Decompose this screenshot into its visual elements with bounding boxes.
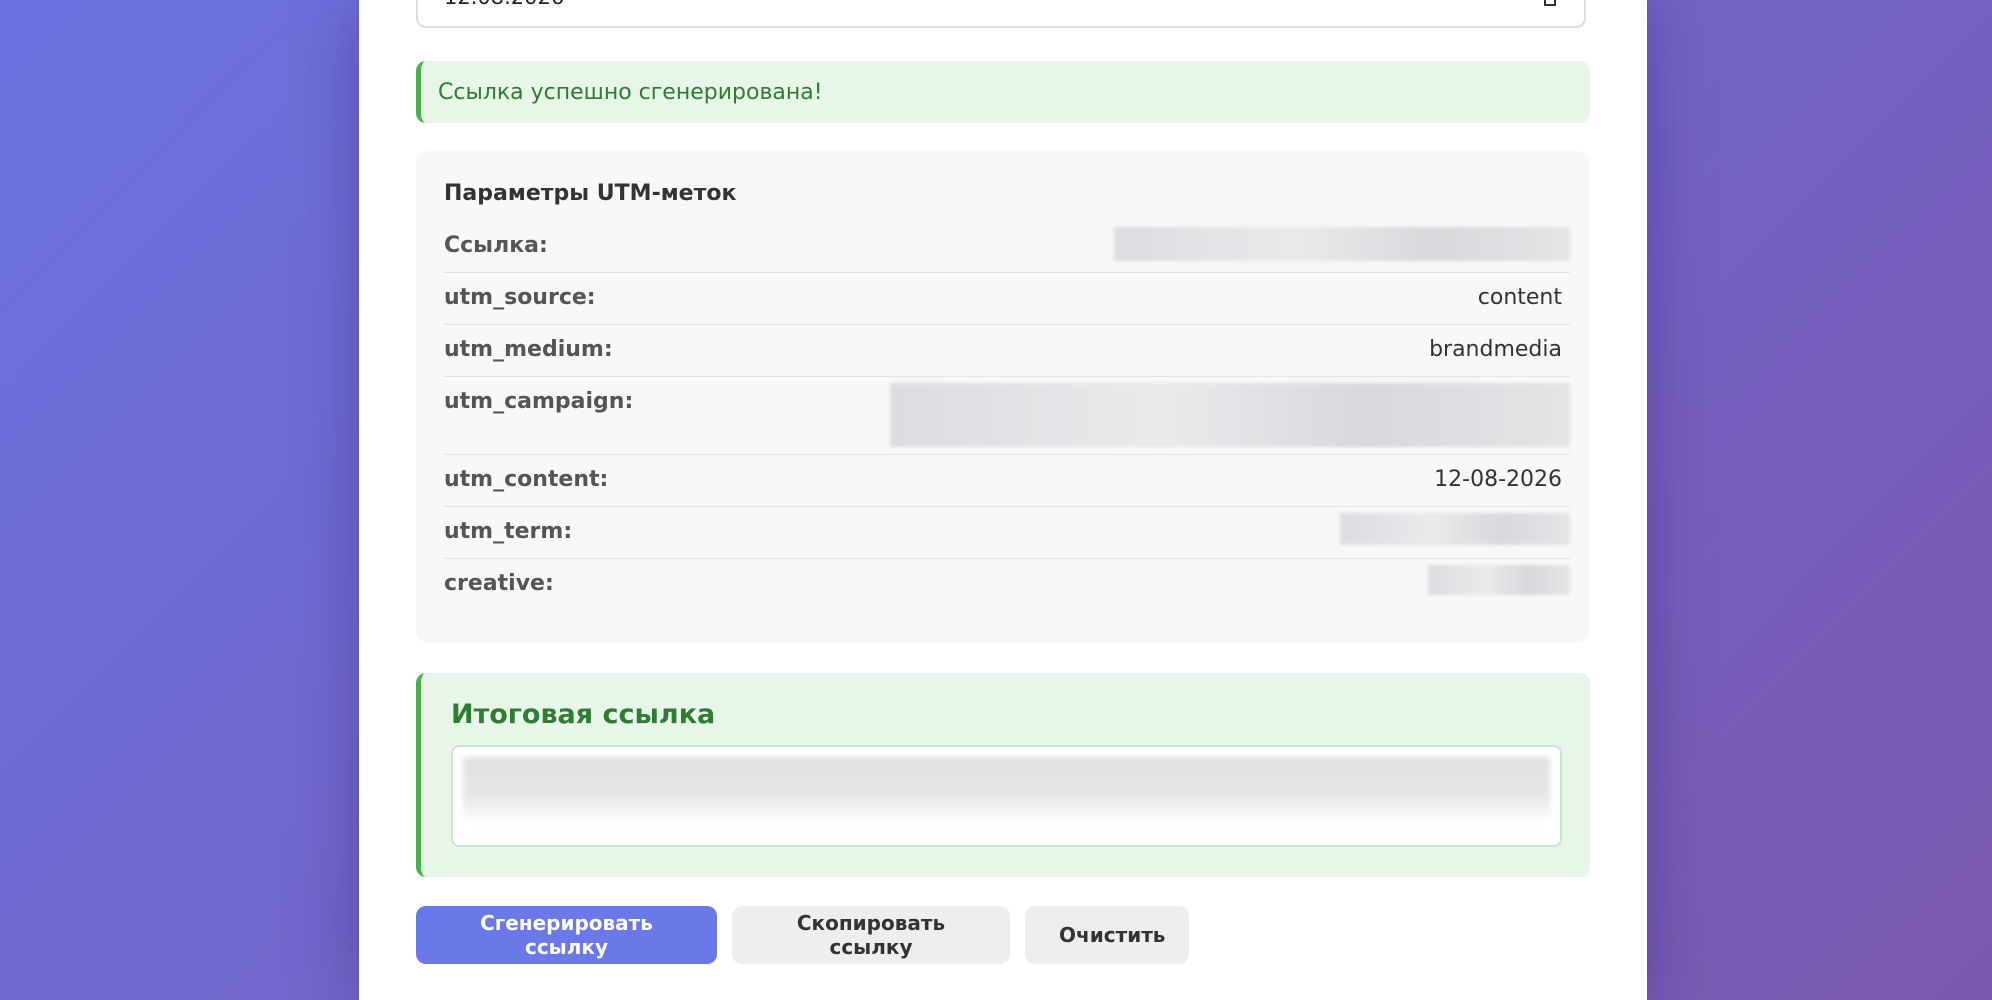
params-title: Параметры UTM-меток: [444, 181, 737, 206]
copy-button[interactable]: Скопировать ссылку: [732, 906, 1010, 964]
main-card: 12.08.2026 Ссылка успешно сгенерирована!…: [359, 0, 1647, 1000]
param-row-source: utm_source: content: [444, 273, 1570, 325]
clear-button[interactable]: Очистить: [1025, 906, 1189, 964]
param-label: utm_medium:: [444, 337, 613, 362]
param-row-term: utm_term:: [444, 507, 1570, 559]
param-value: 12-08-2026: [1434, 467, 1562, 492]
calendar-icon[interactable]: [1544, 0, 1556, 6]
param-value: brandmedia: [1429, 337, 1562, 362]
param-row-link: Ссылка:: [444, 221, 1570, 273]
generate-button[interactable]: Сгенерировать ссылку: [416, 906, 717, 964]
param-label: utm_campaign:: [444, 389, 634, 414]
result-title: Итоговая ссылка: [451, 699, 716, 730]
result-block: Итоговая ссылка: [416, 673, 1590, 877]
date-value: 12.08.2026: [444, 0, 564, 8]
utm-params-panel: Параметры UTM-меток Ссылка: utm_source: …: [416, 151, 1590, 643]
param-row-content: utm_content: 12-08-2026: [444, 455, 1570, 507]
param-row-campaign: utm_campaign:: [444, 377, 1570, 455]
param-label: utm_source:: [444, 285, 596, 310]
param-value: content: [1477, 285, 1562, 310]
param-row-creative: creative:: [444, 559, 1570, 611]
param-label: utm_term:: [444, 519, 573, 544]
param-label: Ссылка:: [444, 233, 548, 258]
blurred-value: [1114, 227, 1570, 261]
blurred-value: [1340, 513, 1570, 545]
success-alert: Ссылка успешно сгенерирована!: [416, 61, 1590, 123]
success-message: Ссылка успешно сгенерирована!: [438, 79, 823, 105]
param-row-medium: utm_medium: brandmedia: [444, 325, 1570, 377]
param-label: utm_content:: [444, 467, 609, 492]
date-input[interactable]: 12.08.2026: [416, 0, 1586, 28]
blurred-value: [890, 383, 1570, 447]
result-link-box[interactable]: [451, 745, 1562, 847]
blurred-value: [1428, 565, 1570, 595]
blurred-result-link: [463, 757, 1550, 823]
param-label: creative:: [444, 571, 554, 596]
action-buttons: Сгенерировать ссылку Скопировать ссылку …: [416, 906, 1590, 964]
